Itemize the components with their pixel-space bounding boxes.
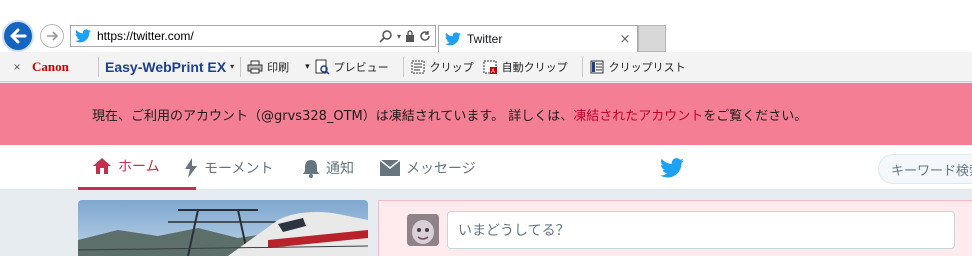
twitter-favicon-icon <box>445 32 461 46</box>
search-icon[interactable] <box>379 29 393 43</box>
toolbar-divider <box>240 56 242 77</box>
preview-icon <box>314 59 330 75</box>
nav-notifications[interactable]: 通知 <box>302 145 354 190</box>
nav-moments[interactable]: モーメント <box>184 145 273 190</box>
twitter-nav: ホーム モーメント 通知 メッセージ <box>0 145 972 190</box>
forward-button[interactable] <box>40 24 64 48</box>
preview-button[interactable]: プレビュー <box>314 59 389 75</box>
tab-title: Twitter <box>467 32 503 46</box>
banner-text: 現在、ご利用のアカウント（@grvs328_OTM）は凍結されています。 詳しく… <box>92 108 574 124</box>
chevron-down-icon[interactable]: ▾ <box>230 62 234 71</box>
nav-moments-label: モーメント <box>204 160 274 177</box>
bell-icon <box>303 159 319 178</box>
preview-label: プレビュー <box>333 61 389 74</box>
lock-icon[interactable] <box>405 30 415 42</box>
arrow-left-icon <box>10 28 27 44</box>
auto-clip-button[interactable]: A 自動クリップ <box>482 59 568 75</box>
nav-messages[interactable]: メッセージ <box>380 145 476 190</box>
nav-home[interactable]: ホーム <box>78 145 196 190</box>
clip-list-button[interactable]: クリップリスト <box>589 59 686 75</box>
toolbar-divider <box>581 56 583 77</box>
clip-button[interactable]: クリップ <box>410 59 474 75</box>
profile-header-photo[interactable] <box>78 200 368 256</box>
printer-icon <box>247 59 263 75</box>
clip-label: クリップ <box>429 61 474 74</box>
canon-logo: Canon <box>32 58 69 74</box>
envelope-icon <box>380 159 400 176</box>
print-label: 印刷 <box>267 61 290 74</box>
compose-placeholder: いまどうしてる？ <box>458 223 570 239</box>
toolbar-close-button[interactable]: × <box>6 60 28 74</box>
arrow-right-icon <box>47 31 59 41</box>
train-photo <box>78 200 368 256</box>
suspended-account-link[interactable]: 凍結されたアカウント <box>573 105 703 124</box>
toolbar-divider <box>402 56 404 77</box>
banner-text-end: をご覧ください。 <box>703 108 808 124</box>
suspension-banner: 現在、ご利用のアカウント（@grvs328_OTM）は凍結されています。 詳しく… <box>0 83 972 145</box>
search-input[interactable]: キーワード検索 <box>878 154 972 184</box>
clip-list-icon <box>589 59 605 75</box>
clip-icon <box>410 59 426 75</box>
tweet-compose-input[interactable]: いまどうしてる？ <box>447 211 955 249</box>
lightning-icon <box>185 157 197 178</box>
toolbar-divider <box>98 56 99 77</box>
auto-clip-label: 自動クリップ <box>501 61 568 74</box>
nav-home-label: ホーム <box>118 159 160 175</box>
dropdown-caret-icon[interactable]: ▾ <box>397 32 401 41</box>
auto-clip-icon: A <box>482 59 498 75</box>
tab-close-button[interactable]: × <box>617 32 633 47</box>
twitter-bird-icon[interactable] <box>660 158 684 178</box>
svg-text:A: A <box>491 69 495 75</box>
address-bar[interactable]: https://twitter.com/ ▾ <box>70 25 436 47</box>
easy-webprint-toolbar: × Canon Easy-WebPrint EX ▾ 印刷 ▾ プレビュー クリ… <box>0 52 972 82</box>
avatar[interactable] <box>407 214 439 246</box>
easy-webprint-menu[interactable]: Easy-WebPrint EX <box>105 59 226 75</box>
clip-list-label: クリップリスト <box>608 61 686 74</box>
new-tab-button[interactable] <box>638 25 666 52</box>
url-text: https://twitter.com/ <box>97 29 194 43</box>
home-icon <box>93 158 111 174</box>
browser-chrome: https://twitter.com/ ▾ Twitter × <box>0 0 972 52</box>
twitter-favicon-icon <box>75 29 91 43</box>
nav-messages-label: メッセージ <box>406 160 476 177</box>
tab-twitter[interactable]: Twitter × <box>438 25 638 52</box>
back-button[interactable] <box>2 20 34 52</box>
refresh-icon[interactable] <box>419 30 431 42</box>
print-button[interactable]: 印刷 <box>247 59 289 75</box>
nav-notifications-label: 通知 <box>326 160 354 177</box>
search-placeholder: キーワード検索 <box>891 163 972 179</box>
print-dropdown[interactable]: ▾ <box>305 61 310 72</box>
